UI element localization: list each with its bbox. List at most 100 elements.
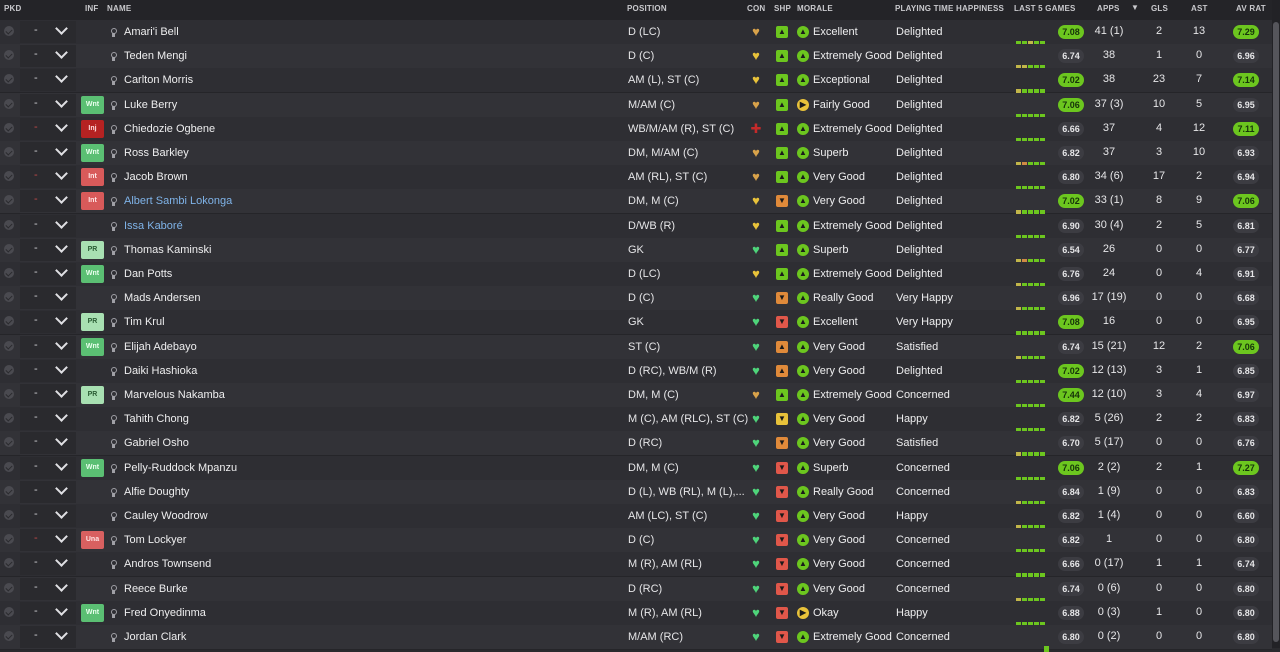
player-name[interactable]: Daiki Hashioka <box>124 364 197 378</box>
info-badge[interactable]: PR <box>81 240 104 259</box>
table-row[interactable]: - Wnt Elijah Adebayo ST (C) ♥ ▲ ▲ Very Good Sati… <box>0 334 1272 362</box>
player-name[interactable]: Gabriel Osho <box>124 436 189 450</box>
pick-selector[interactable] <box>20 577 76 600</box>
table-row[interactable]: - Wnt Ross Barkley DM, M/AM (C) ♥ ▲ ▲ Superb Del… <box>0 141 1272 168</box>
player-name[interactable]: Chiedozie Ogbene <box>124 122 215 136</box>
pick-checkbox[interactable] <box>4 243 14 254</box>
table-row[interactable]: - Amari'i Bell D (LC) ♥ ▲ ▲ Excellent Delighted… <box>0 20 1272 47</box>
pick-selector[interactable] <box>20 505 76 527</box>
pick-selector[interactable] <box>20 384 76 406</box>
pick-checkbox[interactable] <box>4 389 14 399</box>
player-name[interactable]: Mads Andersen <box>124 291 200 305</box>
pick-selector[interactable] <box>20 45 76 68</box>
col-last-5-games[interactable]: LAST 5 GAMES <box>1014 4 1076 13</box>
table-row[interactable]: - Mads Andersen D (C) ♥ ▼ ▲ Really Good Very Ha… <box>0 286 1272 314</box>
pick-checkbox[interactable] <box>4 582 14 593</box>
col-gls[interactable]: GLS <box>1151 4 1168 13</box>
table-row[interactable]: - Alfie Doughty D (L), WB (RL), M (L),... ♥… <box>0 479 1272 507</box>
col-apps[interactable]: APPS <box>1097 4 1120 13</box>
info-badge[interactable]: PR <box>81 313 104 332</box>
pick-checkbox[interactable] <box>4 316 14 327</box>
pick-checkbox[interactable] <box>4 171 14 182</box>
pick-checkbox[interactable] <box>4 340 14 351</box>
table-row[interactable]: - Teden Mengi D (C) ♥ ▲ ▲ Extremely Good Deligh… <box>0 44 1272 72</box>
info-badge[interactable]: Una <box>81 531 104 550</box>
pick-selector[interactable] <box>20 238 76 261</box>
pick-checkbox[interactable] <box>4 485 14 496</box>
pick-selector[interactable] <box>20 480 76 503</box>
table-row[interactable]: - Cauley Woodrow AM (LC), ST (C) ♥ ▼ ▲ Very Go… <box>0 504 1272 531</box>
player-name[interactable]: Fred Onyedinma <box>124 606 206 620</box>
pick-selector[interactable] <box>20 335 76 358</box>
pick-selector[interactable] <box>20 456 76 479</box>
pick-checkbox[interactable] <box>4 413 14 424</box>
pick-checkbox[interactable] <box>4 147 14 157</box>
scrollbar-thumb[interactable] <box>1273 22 1279 642</box>
vertical-scrollbar[interactable] <box>1272 0 1280 648</box>
player-name[interactable]: Tom Lockyer <box>124 533 186 547</box>
pick-selector[interactable] <box>20 553 76 576</box>
info-badge[interactable]: Wnt <box>81 603 104 622</box>
pick-checkbox[interactable] <box>4 26 14 36</box>
table-row[interactable]: - Tahith Chong M (C), AM (RLC), ST (C) ♥ ▼ ▲ V… <box>0 407 1272 435</box>
table-row[interactable]: - Int Albert Sambi Lokonga DM, M (C) ♥ ▼ ▲ Very… <box>0 189 1272 217</box>
player-name[interactable]: Marvelous Nakamba <box>124 388 225 402</box>
table-row[interactable]: - Jordan Clark M/AM (RC) ♥ ▼ ▲ Extremely Good C… <box>0 625 1272 652</box>
pick-checkbox[interactable] <box>4 558 14 569</box>
pick-checkbox[interactable] <box>4 98 14 109</box>
player-name[interactable]: Luke Berry <box>124 98 177 112</box>
col-con[interactable]: CON <box>747 4 765 13</box>
pick-selector[interactable] <box>20 601 76 624</box>
table-row[interactable]: - Int Jacob Brown AM (RL), ST (C) ♥ ▲ ▲ Very Go… <box>0 165 1272 193</box>
pick-selector[interactable] <box>20 408 76 431</box>
table-row[interactable]: - PR Thomas Kaminski GK ♥ ▲ ▲ Superb Delighted 6.… <box>0 237 1272 265</box>
info-badge[interactable]: Wnt <box>81 144 104 162</box>
col-playing-time-happiness[interactable]: PLAYING TIME HAPPINESS <box>895 4 1004 13</box>
table-row[interactable]: - PR Marvelous Nakamba DM, M (C) ♥ ▲ ▲ Extremel… <box>0 383 1272 410</box>
table-row[interactable]: - Wnt Luke Berry M/AM (C) ♥ ▲ ▶ Fairly Good Deli… <box>0 92 1272 120</box>
table-row[interactable]: - Andros Townsend M (R), AM (RL) ♥ ▼ ▲ Very Go… <box>0 552 1272 580</box>
table-row[interactable]: - Issa Kaboré D/WB (R) ♥ ▲ ▲ Extremely Good Del… <box>0 213 1272 241</box>
info-badge[interactable]: Wnt <box>81 265 104 283</box>
table-row[interactable]: - Reece Burke D (RC) ♥ ▼ ▲ Very Good Concerned 6… <box>0 576 1272 604</box>
info-badge[interactable]: PR <box>81 386 104 404</box>
col-ast[interactable]: AST <box>1191 4 1208 13</box>
table-row[interactable]: - Wnt Pelly-Ruddock Mpanzu DM, M (C) ♥ ▼ ▲ Supe… <box>0 455 1272 483</box>
table-row[interactable]: - Inj Chiedozie Ogbene WB/M/AM (R), ST (C) ✚… <box>0 116 1272 144</box>
player-name[interactable]: Amari'i Bell <box>124 25 179 39</box>
col-morale[interactable]: MORALE <box>797 4 833 13</box>
pick-selector[interactable] <box>20 432 76 455</box>
pick-selector[interactable] <box>20 21 76 43</box>
player-name[interactable]: Alfie Doughty <box>124 485 189 499</box>
player-name[interactable]: Ross Barkley <box>124 146 189 160</box>
pick-checkbox[interactable] <box>4 195 14 206</box>
table-row[interactable]: - Daiki Hashioka D (RC), WB/M (R) ♥ ▲ ▲ Very G… <box>0 358 1272 386</box>
player-name[interactable]: Elijah Adebayo <box>124 340 197 354</box>
pick-checkbox[interactable] <box>4 364 14 375</box>
pick-selector[interactable] <box>20 166 76 189</box>
col-inf[interactable]: INF <box>85 4 99 13</box>
pick-checkbox[interactable] <box>4 631 14 641</box>
player-name[interactable]: Teden Mengi <box>124 49 187 63</box>
pick-selector[interactable] <box>20 287 76 310</box>
table-row[interactable]: - Gabriel Osho D (RC) ♥ ▼ ▲ Very Good Satisfied… <box>0 431 1272 459</box>
player-name[interactable]: Jacob Brown <box>124 170 188 184</box>
table-row[interactable]: - Wnt Dan Potts D (LC) ♥ ▲ ▲ Extremely Good Deli… <box>0 262 1272 289</box>
pick-selector[interactable] <box>20 626 76 648</box>
table-row[interactable]: - Una Tom Lockyer D (C) ♥ ▼ ▲ Very Good Concerne… <box>0 528 1272 556</box>
pick-checkbox[interactable] <box>4 268 14 278</box>
pick-checkbox[interactable] <box>4 534 14 545</box>
pick-checkbox[interactable] <box>4 437 14 448</box>
player-name[interactable]: Tahith Chong <box>124 412 189 426</box>
player-name[interactable]: Jordan Clark <box>124 630 186 644</box>
pick-checkbox[interactable] <box>4 461 14 472</box>
pick-checkbox[interactable] <box>4 122 14 133</box>
pick-selector[interactable] <box>20 117 76 140</box>
table-row[interactable]: - Wnt Fred Onyedinma M (R), AM (RL) ♥ ▼ ▶ Okay H… <box>0 600 1272 628</box>
player-name[interactable]: Pelly-Ruddock Mpanzu <box>124 461 237 475</box>
player-name[interactable]: Reece Burke <box>124 582 188 596</box>
col-position[interactable]: POSITION <box>627 4 667 13</box>
table-row[interactable]: - Carlton Morris AM (L), ST (C) ♥ ▲ ▲ Exceptio… <box>0 68 1272 96</box>
col-pkd[interactable]: PKD <box>4 4 22 13</box>
pick-checkbox[interactable] <box>4 219 14 230</box>
